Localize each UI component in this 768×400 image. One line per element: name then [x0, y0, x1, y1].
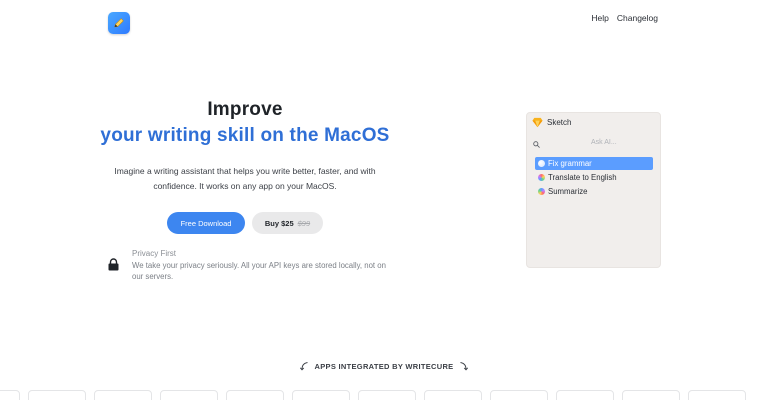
- app-logo[interactable]: [108, 12, 130, 34]
- app-tile[interactable]: [556, 390, 614, 400]
- hero-subtitle: your writing skill on the MacOS: [100, 125, 390, 146]
- app-tile[interactable]: [0, 390, 20, 400]
- assistant-panel-preview: Sketch Ask AI... Fix grammar Translate t…: [526, 112, 661, 268]
- apps-section-heading: APPS INTEGRATED BY WRITECURE: [0, 361, 768, 371]
- buy-price: Buy $25: [264, 218, 294, 228]
- summarize-icon: [538, 188, 545, 195]
- top-nav: Help Changelog: [591, 13, 658, 23]
- panel-item-label: Translate to English: [548, 173, 617, 182]
- app-tile[interactable]: [424, 390, 482, 400]
- panel-item-translate[interactable]: Translate to English: [535, 171, 653, 184]
- panel-item-summarize[interactable]: Summarize: [535, 185, 653, 198]
- panel-item-label: Summarize: [548, 187, 588, 196]
- search-icon: [533, 140, 540, 148]
- translate-icon: [538, 174, 545, 181]
- panel-app-name: Sketch: [547, 118, 572, 127]
- app-tile[interactable]: [490, 390, 548, 400]
- app-tile[interactable]: [28, 390, 86, 400]
- curved-arrow-right-icon: [460, 362, 469, 371]
- panel-search-placeholder: Ask AI...: [591, 139, 617, 146]
- privacy-text: We take your privacy seriously. All your…: [132, 261, 386, 281]
- panel-action-list: Fix grammar Translate to English Summari…: [535, 157, 653, 199]
- app-tile[interactable]: [688, 390, 746, 400]
- app-tile[interactable]: [226, 390, 284, 400]
- grammar-icon: [538, 160, 545, 167]
- hero-description: Imagine a writing assistant that helps y…: [114, 166, 376, 191]
- app-tile[interactable]: [358, 390, 416, 400]
- buy-button[interactable]: Buy $25 $99: [252, 212, 323, 234]
- panel-search-field[interactable]: Ask AI...: [533, 138, 653, 150]
- app-tile[interactable]: [292, 390, 350, 400]
- nav-changelog-link[interactable]: Changelog: [617, 13, 658, 23]
- lock-icon: [108, 258, 119, 271]
- privacy-title: Privacy First: [132, 249, 176, 258]
- app-tiles-row: [0, 390, 768, 400]
- panel-item-label: Fix grammar: [548, 159, 592, 168]
- nav-help-link[interactable]: Help: [591, 13, 608, 23]
- old-price: $99: [297, 218, 311, 228]
- apps-heading-text: APPS INTEGRATED BY WRITECURE: [314, 361, 454, 371]
- hero-title: Improve: [207, 99, 283, 120]
- app-tile[interactable]: [160, 390, 218, 400]
- panel-app-header: Sketch: [532, 117, 571, 128]
- panel-item-fix-grammar[interactable]: Fix grammar: [535, 157, 653, 170]
- pencil-icon: [114, 18, 124, 28]
- sketch-diamond-icon: [532, 117, 543, 128]
- app-tile[interactable]: [94, 390, 152, 400]
- curved-arrow-left-icon: [299, 362, 308, 371]
- app-tile[interactable]: [622, 390, 680, 400]
- free-download-button[interactable]: Free Download: [167, 212, 245, 234]
